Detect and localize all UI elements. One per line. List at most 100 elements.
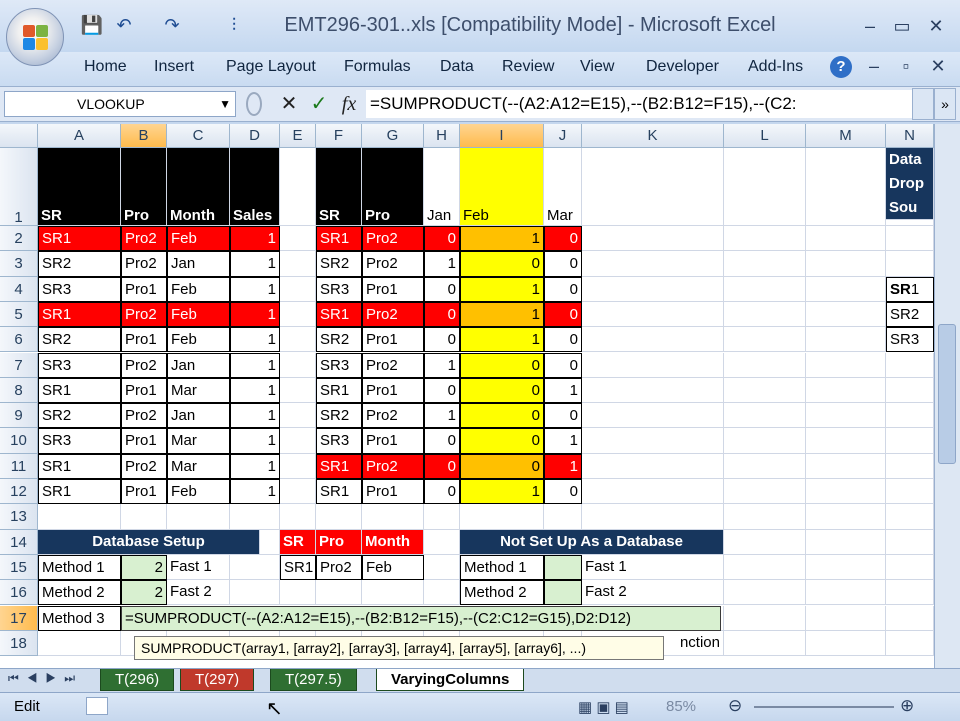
table-cell[interactable]: 1 (230, 479, 280, 505)
table2-header[interactable]: Pro (362, 148, 424, 226)
table-cell[interactable]: SR2 (316, 251, 362, 277)
resize-handle[interactable] (246, 92, 262, 116)
sheet-tab[interactable]: T(297) (180, 669, 255, 691)
grid-cell[interactable] (582, 377, 724, 404)
table-cell[interactable]: Pro1 (121, 276, 167, 302)
vertical-scrollbar[interactable] (934, 124, 960, 668)
method-result[interactable] (544, 554, 582, 581)
table2-header[interactable]: SR (316, 148, 362, 226)
table-cell[interactable]: 1 (230, 403, 280, 429)
method-note[interactable]: Fast 2 (582, 580, 724, 606)
grid-cell[interactable] (724, 479, 806, 505)
grid-cell[interactable] (280, 148, 316, 226)
grid-cell[interactable] (724, 554, 806, 581)
table-cell[interactable]: SR3 (38, 352, 121, 378)
table-cell[interactable]: Pro1 (121, 479, 167, 505)
table-cell[interactable]: 0 (544, 226, 582, 252)
table-cell[interactable]: SR1 (316, 453, 362, 479)
table-cell[interactable]: SR1 (316, 226, 362, 252)
grid-cell[interactable] (582, 226, 724, 252)
grid-cell[interactable] (806, 301, 886, 328)
grid-cell[interactable] (424, 580, 460, 606)
table-cell[interactable]: 0 (460, 251, 544, 277)
grid-cell[interactable] (582, 276, 724, 302)
row-header[interactable]: 13 (0, 504, 38, 530)
column-header[interactable]: I (460, 124, 544, 148)
grid-cell[interactable] (280, 377, 316, 404)
sheet-nav-icons[interactable]: ⏮◀▶⏭ (8, 671, 83, 686)
scroll-thumb[interactable] (938, 324, 956, 464)
grid-cell[interactable] (724, 403, 806, 429)
criteria-header[interactable]: Month (362, 529, 424, 555)
sheet-tab-active[interactable]: VaryingColumns (376, 669, 525, 691)
grid-cell[interactable] (806, 428, 886, 454)
column-header[interactable]: L (724, 124, 806, 148)
table-cell[interactable]: Pro2 (121, 251, 167, 277)
column-header[interactable]: M (806, 124, 886, 148)
table-cell[interactable]: SR1 (38, 226, 121, 252)
grid-cell[interactable] (806, 554, 886, 581)
method-result[interactable]: 2 (121, 554, 167, 581)
table-cell[interactable]: 0 (460, 453, 544, 479)
table-cell[interactable]: SR3 (38, 428, 121, 454)
row-header[interactable]: 10 (0, 428, 38, 454)
grid-cell[interactable] (121, 504, 167, 530)
grid-cell[interactable] (806, 580, 886, 606)
grid-cell[interactable] (724, 630, 806, 657)
table-cell[interactable]: Pro1 (362, 479, 424, 505)
table-cell[interactable]: 1 (460, 327, 544, 353)
tab-developer[interactable]: Developer (646, 58, 719, 76)
table-cell[interactable]: 1 (424, 403, 460, 429)
table-cell[interactable]: Pro1 (362, 276, 424, 302)
method-result[interactable]: 2 (121, 580, 167, 606)
table-cell[interactable]: 0 (424, 479, 460, 505)
sheet-tab[interactable]: T(296) (100, 669, 175, 691)
table-cell[interactable]: Pro1 (362, 428, 424, 454)
grid-cell[interactable] (724, 605, 806, 631)
grid-cell[interactable] (280, 479, 316, 505)
grid-cell[interactable] (724, 580, 806, 606)
tab-page-layout[interactable]: Page Layout (226, 58, 316, 76)
table-cell[interactable]: 1 (230, 377, 280, 404)
grid-cell[interactable] (886, 352, 934, 378)
table-cell[interactable]: Pro1 (362, 377, 424, 404)
insert-function-icon[interactable]: fx (336, 90, 362, 118)
minimize-button[interactable]: – (856, 14, 884, 38)
grid-cell[interactable] (230, 554, 280, 581)
macro-record-icon[interactable] (86, 697, 108, 715)
close-button[interactable]: ✕ (922, 14, 950, 38)
dropdown-item[interactable]: SR3 (886, 327, 934, 353)
zoom-in-icon[interactable]: ⊕ (900, 696, 914, 716)
criteria-header[interactable]: Pro (316, 529, 362, 555)
table-cell[interactable]: SR1 (38, 453, 121, 479)
customize-qat-icon[interactable]: ⫶ (222, 14, 246, 36)
table-cell[interactable]: Jan (167, 403, 230, 429)
grid-cell[interactable] (886, 554, 934, 581)
table-cell[interactable]: 0 (544, 403, 582, 429)
grid-cell[interactable] (167, 504, 230, 530)
table-cell[interactable]: SR1 (38, 301, 121, 328)
table-cell[interactable]: Pro2 (362, 251, 424, 277)
table2-header[interactable]: Feb (460, 148, 544, 226)
help-icon[interactable]: ? (830, 56, 852, 78)
tab-view[interactable]: View (580, 58, 614, 76)
table-cell[interactable]: Pro2 (121, 226, 167, 252)
table-cell[interactable]: Feb (167, 479, 230, 505)
method-note[interactable]: Fast 1 (167, 554, 230, 581)
grid-cell[interactable] (582, 403, 724, 429)
grid-cell[interactable] (544, 504, 582, 530)
office-button[interactable] (6, 8, 64, 66)
table-cell[interactable]: 1 (544, 428, 582, 454)
table-cell[interactable]: Jan (167, 352, 230, 378)
grid-cell[interactable] (724, 529, 806, 555)
chevron-down-icon[interactable]: ▼ (219, 92, 231, 116)
row-header[interactable]: 8 (0, 377, 38, 404)
table-cell[interactable]: 0 (424, 453, 460, 479)
table-cell[interactable]: Feb (167, 327, 230, 353)
row-header[interactable]: 2 (0, 226, 38, 252)
grid-cell[interactable] (724, 504, 806, 530)
table-cell[interactable]: Jan (167, 251, 230, 277)
formula-scroll[interactable] (912, 88, 934, 120)
table-cell[interactable]: 1 (460, 276, 544, 302)
table-cell[interactable]: 0 (424, 301, 460, 328)
